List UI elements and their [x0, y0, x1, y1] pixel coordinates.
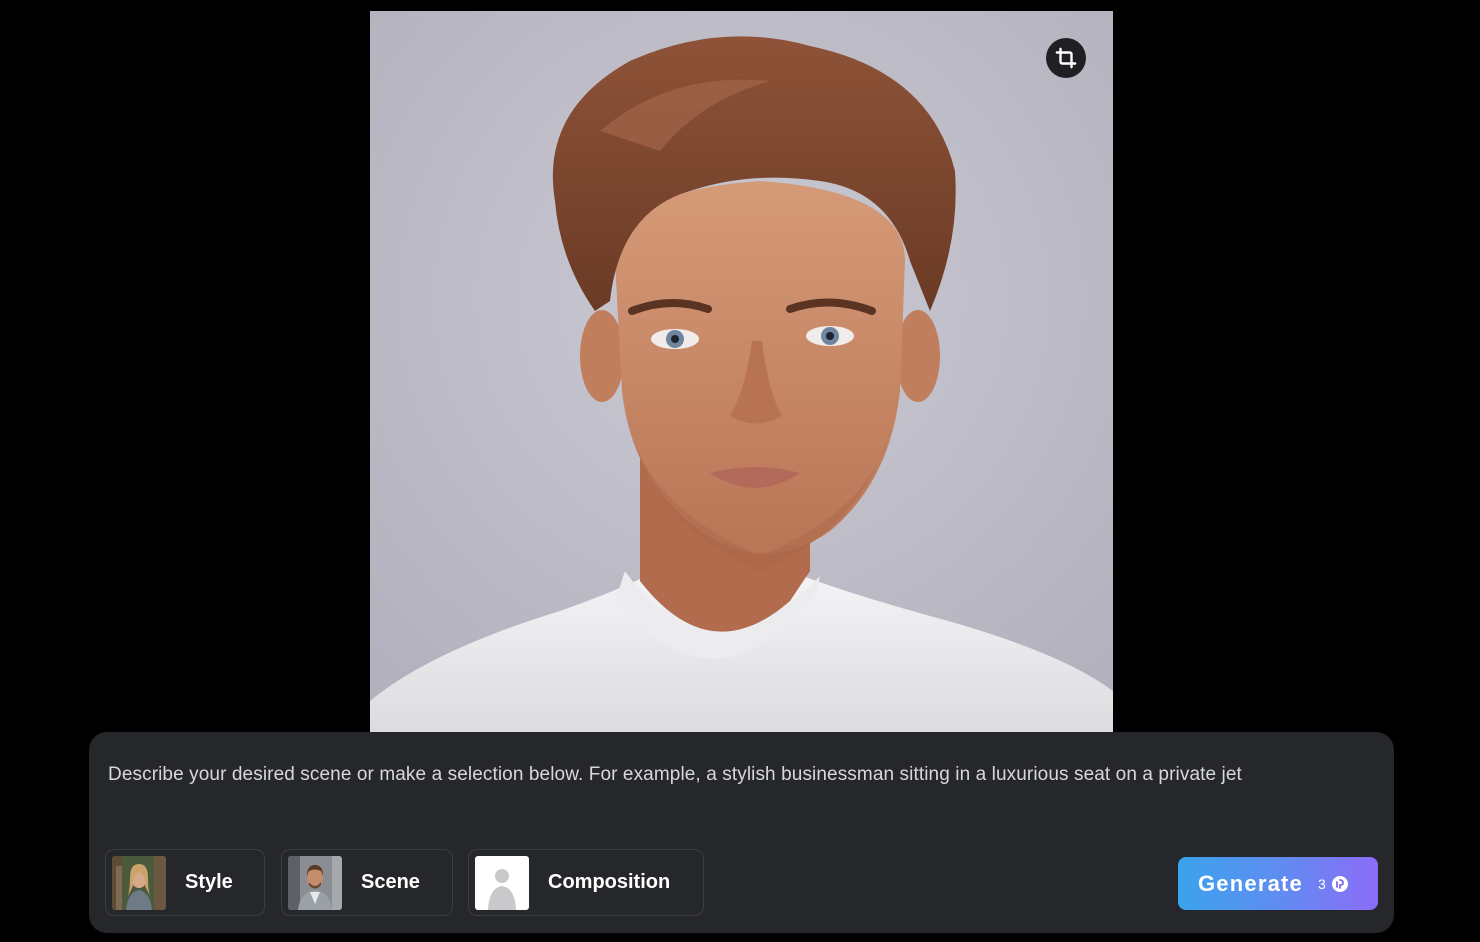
composition-thumbnail [475, 855, 529, 910]
scene-label: Scene [361, 871, 420, 893]
style-thumbnail [112, 855, 166, 910]
crop-button[interactable] [1046, 38, 1086, 78]
app-stage: Describe your desired scene or make a se… [0, 0, 1480, 942]
generated-portrait [370, 11, 1113, 732]
generate-label: Generate [1198, 870, 1303, 896]
composition-selector-button[interactable]: Composition [468, 849, 704, 916]
style-label: Style [185, 871, 233, 893]
prompt-input[interactable]: Describe your desired scene or make a se… [108, 764, 1378, 786]
portrait-image [370, 11, 1113, 732]
generate-button[interactable]: Generate 3 [1178, 857, 1378, 910]
crop-icon [1055, 47, 1077, 69]
credit-coin-icon [1331, 875, 1348, 892]
scene-selector-button[interactable]: Scene [281, 849, 453, 916]
scene-thumbnail [288, 855, 342, 910]
prompt-panel: Describe your desired scene or make a se… [89, 732, 1394, 933]
credit-count: 3 [1317, 875, 1326, 892]
composition-label: Composition [548, 871, 671, 893]
style-selector-button[interactable]: Style [105, 849, 265, 916]
